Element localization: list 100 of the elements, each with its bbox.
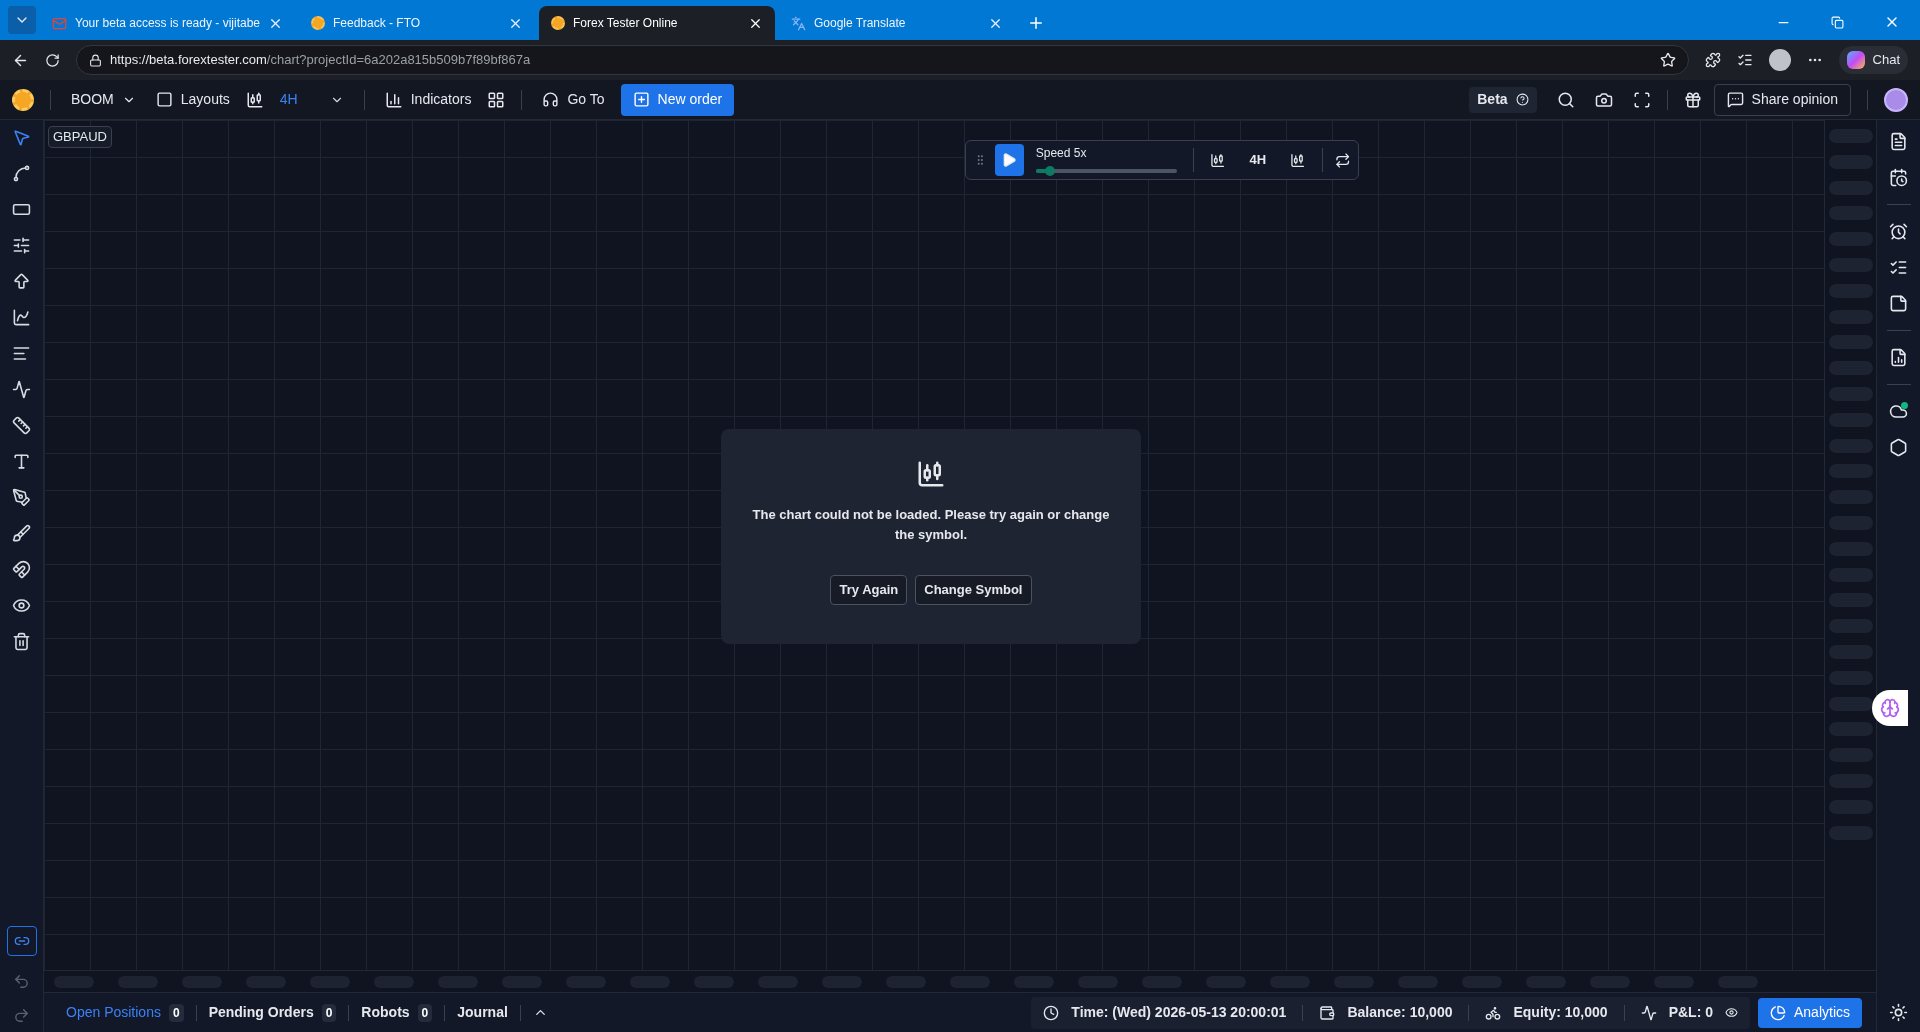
analytics-button[interactable]: Analytics	[1757, 997, 1862, 1028]
sync-button[interactable]	[6, 926, 37, 956]
dialog-button[interactable]: Try Again	[830, 575, 908, 605]
new-tab-icon[interactable]	[1027, 14, 1045, 32]
go-to-button[interactable]: Go To	[538, 89, 609, 110]
loading-placeholder	[1828, 696, 1873, 711]
browser-tab[interactable]: Google Translate	[779, 6, 1015, 40]
bar-chart-icon	[384, 90, 403, 109]
time-text: Time: (Wed) 2026-05-13 20:00:01	[1071, 1003, 1287, 1022]
error-message: The chart could not be loaded. Please try again or change the symbol.	[751, 506, 1111, 544]
templates-icon[interactable]	[487, 90, 506, 109]
theme-icon[interactable]	[1889, 1003, 1908, 1022]
slider-thumb[interactable]	[1044, 166, 1055, 176]
balance-text: Balance: 10,000	[1347, 1003, 1453, 1022]
user-avatar[interactable]	[1884, 87, 1908, 112]
headphones-icon	[542, 91, 560, 108]
play-button[interactable]	[994, 144, 1024, 176]
mail-icon	[52, 15, 67, 31]
layouts-button[interactable]: Layouts	[151, 89, 234, 110]
gift-icon[interactable]	[1683, 90, 1702, 109]
play-icon	[1001, 152, 1018, 168]
checklist-icon[interactable]	[1889, 258, 1908, 277]
extensions-icon[interactable]	[1704, 52, 1721, 68]
pulse-icon	[1640, 1004, 1657, 1021]
bicycle-icon	[1485, 1004, 1502, 1021]
search-icon[interactable]	[1556, 90, 1575, 109]
sliders-icon[interactable]	[12, 236, 31, 255]
assistant-button[interactable]	[1872, 690, 1908, 726]
square-icon	[155, 91, 173, 108]
pen-icon[interactable]	[12, 488, 31, 507]
symbol-label: GBPAUD	[48, 126, 112, 148]
lines-icon[interactable]	[12, 344, 31, 363]
browser-tab[interactable]: Forex Tester Online	[539, 6, 775, 40]
restore-icon[interactable]	[1831, 15, 1844, 29]
tab-title: Google Translate	[814, 15, 907, 32]
speed-slider[interactable]	[1035, 166, 1178, 176]
equity-text: Equity: 10,000	[1513, 1003, 1608, 1022]
brush-icon[interactable]	[12, 524, 31, 543]
pie-chart-icon	[1769, 1004, 1786, 1021]
chat-bubble-icon	[1726, 91, 1744, 108]
indicators-button[interactable]: Indicators	[380, 89, 476, 110]
pnl-text: P&L: 0	[1668, 1003, 1713, 1022]
new-order-button[interactable]: New order	[620, 83, 735, 116]
count-badge: 0	[168, 1003, 184, 1022]
hexagon-icon[interactable]	[1889, 438, 1908, 457]
browser-tab[interactable]: Your beta access is ready - vijitabe	[40, 6, 295, 40]
dialog-button[interactable]: Change Symbol	[915, 575, 1032, 605]
tab-title: Forex Tester Online	[573, 15, 679, 32]
note-icon[interactable]	[1889, 294, 1908, 313]
lock-icon	[89, 53, 102, 67]
translate-icon	[791, 15, 806, 31]
trash-icon[interactable]	[12, 632, 31, 651]
bottom-tab[interactable]: Pending Orders 0	[200, 1002, 345, 1023]
eye-icon[interactable]	[12, 596, 31, 615]
wallet-icon	[1319, 1004, 1336, 1021]
undo-icon[interactable]	[13, 973, 30, 990]
brain-icon	[1880, 698, 1900, 718]
playback-timeframe[interactable]: 4H	[1249, 150, 1267, 170]
trend-lines-icon[interactable]	[12, 308, 31, 327]
bottom-tab[interactable]: Journal	[449, 1002, 516, 1023]
candlestick-icon[interactable]	[245, 90, 264, 109]
magnet-icon[interactable]	[12, 560, 31, 579]
bottom-tab[interactable]: Open Positions 0	[58, 1002, 192, 1023]
line-icon[interactable]	[12, 164, 31, 183]
chart-error-icon	[916, 459, 946, 489]
alarm-clock-icon[interactable]	[1889, 222, 1908, 241]
arrow-up-icon[interactable]	[12, 272, 31, 291]
favorite-star-icon[interactable]	[1659, 52, 1676, 68]
clock-icon	[1043, 1004, 1060, 1021]
ruler-icon[interactable]	[12, 416, 31, 435]
text-icon[interactable]	[12, 452, 31, 471]
redo-icon[interactable]	[13, 1007, 30, 1024]
cursor-icon[interactable]	[12, 128, 31, 147]
zigzag-icon[interactable]	[12, 380, 31, 399]
beta-badge[interactable]: Beta	[1469, 86, 1537, 113]
calendar-icon[interactable]	[1889, 168, 1908, 187]
document-icon[interactable]	[1889, 132, 1908, 151]
url-text: https://beta.forextester.com/chart?projectId=6a202a815b509b7f89bf867a	[110, 51, 531, 70]
tab-title: Feedback - FTO	[333, 15, 422, 32]
reload-icon[interactable]	[45, 52, 60, 68]
browser-tab[interactable]: Feedback - FTO	[299, 6, 535, 40]
help-icon	[1515, 93, 1529, 106]
camera-icon[interactable]	[1594, 90, 1613, 109]
address-field[interactable]: https://beta.forextester.com/chart?projectId=6a202a815b509b7f89bf867a	[76, 45, 1689, 75]
count-badge: 0	[321, 1003, 337, 1022]
cloud-icon[interactable]	[1889, 402, 1908, 421]
share-opinion-button[interactable]: Share opinion	[1713, 83, 1851, 116]
symbol-dropdown[interactable]: BOOM	[67, 89, 140, 110]
logo-icon[interactable]	[12, 88, 34, 111]
count-badge: 0	[417, 1003, 433, 1022]
eye-icon[interactable]	[1724, 1006, 1738, 1019]
speed-label: Speed 5x	[1035, 145, 1088, 162]
bottom-tab[interactable]: Robots 0	[353, 1002, 441, 1023]
chat-button[interactable]: Chat	[1838, 46, 1908, 74]
profile-avatar-icon[interactable]	[1768, 49, 1791, 71]
tab-title: Your beta access is ready - vijitabe	[75, 15, 260, 32]
report-icon[interactable]	[1889, 348, 1908, 367]
plus-square-icon	[632, 91, 650, 108]
timeframe-dropdown[interactable]: 4H	[275, 89, 348, 110]
fullscreen-icon[interactable]	[1632, 90, 1651, 109]
